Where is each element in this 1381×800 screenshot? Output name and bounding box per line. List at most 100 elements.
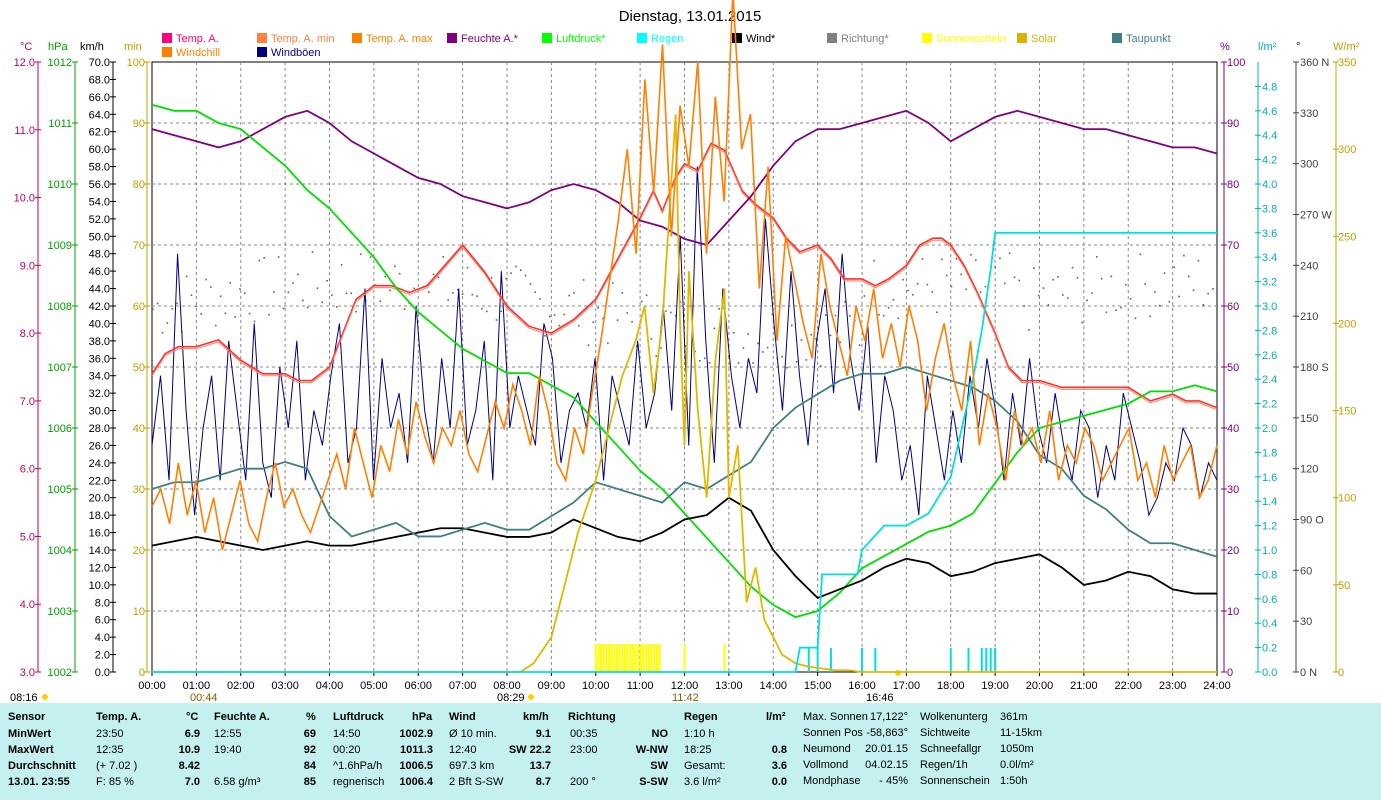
axis-hum-tick-label: 0	[1227, 667, 1233, 679]
axis-solar-tick-label: 350	[1338, 57, 1356, 69]
stat-p-time: regnerisch	[333, 776, 385, 788]
astro-key: Max. Sonnen	[803, 711, 868, 723]
direction-point	[331, 294, 333, 297]
axis-wind-tick-label: 32.0	[89, 388, 110, 400]
axis-press-tick-label: 1009	[48, 240, 72, 252]
direction-point	[1154, 291, 1156, 293]
stat-t-val: 8.42	[178, 760, 200, 772]
axis-deg-tick-label: 360 N	[1300, 57, 1329, 69]
axis-min-tick-label: 30	[133, 484, 145, 496]
direction-point	[936, 311, 938, 314]
stats-panel: Sensor Temp. A. °C Feuchte A. % Luftdruc…	[0, 703, 1381, 800]
axis-deg-tick-label: 150	[1300, 413, 1318, 425]
direction-point	[1110, 275, 1113, 278]
direction-point	[234, 316, 236, 318]
direction-point	[960, 273, 963, 276]
direction-point	[1057, 275, 1059, 278]
legend-swatch	[732, 33, 742, 43]
axis-wind-tick-label: 62.0	[89, 127, 110, 139]
direction-point	[795, 360, 798, 363]
direction-point	[1042, 287, 1045, 289]
x-tick-label: 04:00	[316, 680, 344, 692]
stat-t-time: 23:50	[96, 728, 124, 740]
axis-deg-tick-label: 300	[1300, 159, 1318, 171]
axis-min-tick-label: 60	[133, 301, 145, 313]
direction-point	[834, 314, 837, 317]
legend-swatch	[257, 33, 267, 43]
direction-point	[1023, 305, 1025, 307]
direction-point	[926, 283, 929, 286]
axis-wind-tick-label: 56.0	[89, 179, 110, 191]
direction-point	[326, 279, 328, 282]
direction-point	[185, 275, 188, 278]
x-tick-label: 06:00	[404, 680, 432, 692]
direction-point	[950, 285, 953, 288]
direction-point	[248, 312, 251, 315]
direction-point	[490, 276, 493, 279]
axis-wind-tick-label: 54.0	[89, 196, 110, 208]
direction-point	[582, 279, 585, 281]
direction-point	[955, 258, 958, 260]
direction-point	[166, 322, 169, 324]
x-tick-label: 13:00	[715, 680, 743, 692]
x-tick-label: 12:00	[671, 680, 699, 692]
legend-label: Temp. A. max	[366, 33, 433, 45]
direction-point	[519, 269, 522, 271]
dir-header: Richtung	[568, 711, 616, 723]
stat-label: 13.01. 23:55	[8, 776, 70, 788]
legend-swatch	[922, 33, 932, 43]
direction-point	[786, 366, 788, 369]
stat-t-val: 6.9	[184, 728, 200, 740]
x-tick-label: 09:00	[538, 680, 566, 692]
direction-point	[558, 324, 561, 327]
direction-point	[1125, 284, 1127, 286]
direction-point	[994, 266, 996, 268]
legend-label: Temp. A. min	[271, 33, 335, 45]
axis-hum-tick-label: 80	[1227, 179, 1239, 191]
direction-point	[1183, 254, 1185, 257]
axis-unit-min: min	[124, 41, 142, 53]
direction-point	[810, 333, 812, 336]
direction-point	[495, 319, 498, 321]
direction-point	[1163, 272, 1166, 275]
stat-r-time: 3.6 l/m²	[684, 776, 721, 788]
legend-label: Regen	[651, 33, 683, 45]
axis-temp-tick-label: 5.0	[20, 531, 35, 543]
direction-point	[152, 308, 154, 310]
moon-label: 00:44	[190, 692, 218, 703]
astro-key: Mondphase	[803, 775, 861, 787]
axis-wind-tick-label: 6.0	[95, 615, 110, 627]
direction-point	[829, 334, 832, 337]
axis-hum-tick-label: 50	[1227, 362, 1239, 374]
x-tick-label: 11:00	[627, 680, 654, 692]
direction-point	[882, 314, 885, 317]
axis-rain-tick-label: 2.6	[1262, 350, 1277, 362]
direction-point	[669, 311, 672, 314]
axis-wind-tick-label: 68.0	[89, 74, 110, 86]
direction-point	[1100, 277, 1103, 280]
x-tick-label: 01:00	[183, 680, 211, 692]
direction-point	[316, 287, 319, 289]
direction-point	[1086, 299, 1088, 302]
direction-point	[703, 357, 706, 360]
axis-hum-tick-label: 40	[1227, 423, 1239, 435]
direction-point	[979, 291, 982, 293]
direction-point	[413, 287, 416, 290]
direction-point	[616, 319, 619, 321]
axis-wind-tick-label: 48.0	[89, 249, 110, 261]
axis-press-tick-label: 1002	[48, 667, 72, 679]
temp-header: Temp. A.	[96, 711, 142, 723]
direction-point	[1120, 306, 1122, 309]
legend-label: Luftdruck*	[556, 33, 606, 45]
astro-value: -58,863°	[866, 727, 908, 739]
x-tick-label: 24:00	[1203, 680, 1231, 692]
direction-point	[592, 321, 595, 324]
axis-wind-tick-label: 24.0	[89, 458, 110, 470]
axis-press-tick-label: 1011	[48, 118, 72, 130]
axis-wind-tick-label: 60.0	[89, 144, 110, 156]
axis-min-tick-label: 40	[133, 423, 145, 435]
direction-point	[1134, 317, 1137, 320]
direction-point	[578, 324, 580, 327]
direction-point	[548, 315, 551, 318]
direction-point	[1149, 315, 1151, 318]
